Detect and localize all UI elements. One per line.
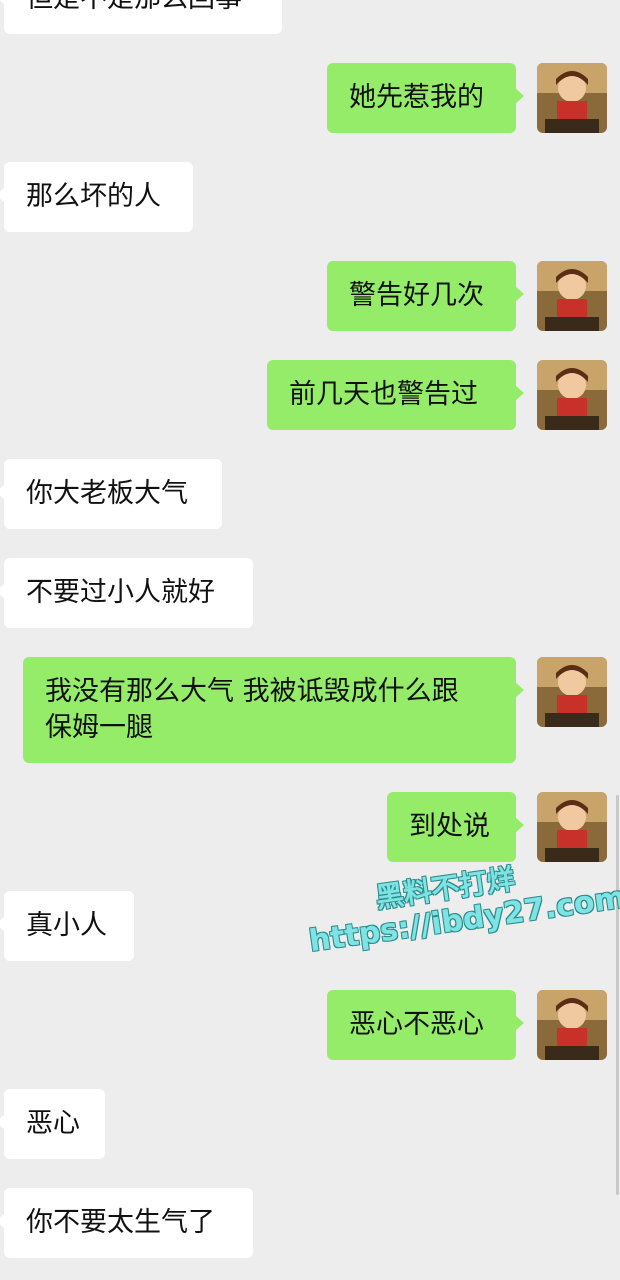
user-avatar-icon[interactable]	[537, 657, 607, 727]
user-avatar-icon[interactable]	[537, 63, 607, 133]
incoming-message[interactable]: 你不要太生气了	[0, 1188, 253, 1258]
scrollbar[interactable]	[616, 795, 619, 1195]
user-avatar-icon[interactable]	[537, 792, 607, 862]
incoming-message[interactable]: 那么坏的人	[0, 162, 193, 232]
incoming-message[interactable]: 但是不是那么回事	[0, 0, 282, 34]
user-avatar-icon[interactable]	[537, 261, 607, 331]
outgoing-message[interactable]: 到处说	[387, 792, 524, 862]
incoming-message[interactable]: 不要过小人就好	[0, 558, 253, 628]
incoming-message[interactable]: 恶心	[0, 1089, 105, 1159]
incoming-message[interactable]: 真小人	[0, 891, 134, 961]
outgoing-message[interactable]: 她先惹我的	[327, 63, 524, 133]
user-avatar-icon[interactable]	[537, 360, 607, 430]
user-avatar-icon[interactable]	[537, 990, 607, 1060]
chat-message-list[interactable]: 但是不是那么回事 她先惹我的 那么坏的人 警告好几次 前几天也警告过	[0, 0, 620, 1280]
incoming-message[interactable]: 你大老板大气	[0, 459, 222, 529]
outgoing-message[interactable]: 警告好几次	[327, 261, 524, 331]
outgoing-message[interactable]: 恶心不恶心	[327, 990, 524, 1060]
outgoing-message[interactable]: 我没有那么大气 我被诋毁成什么跟 保姆一腿	[23, 657, 524, 763]
outgoing-message[interactable]: 前几天也警告过	[267, 360, 524, 430]
